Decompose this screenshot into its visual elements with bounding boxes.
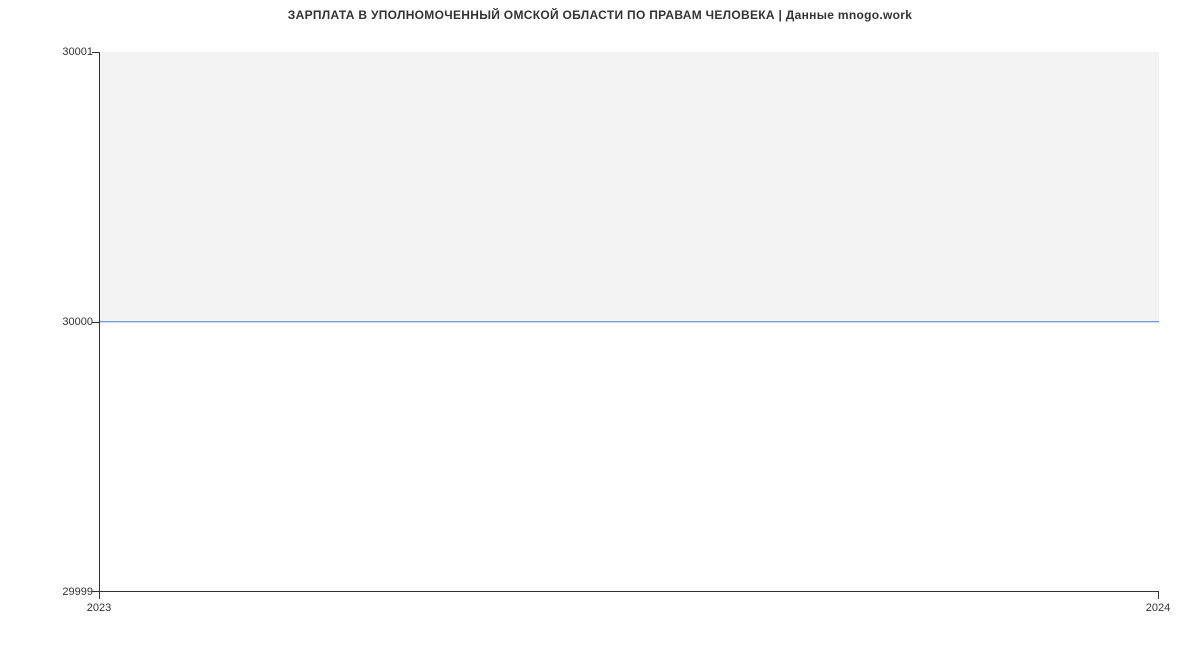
x-axis-label: 2023 (87, 602, 111, 614)
y-axis-tick (92, 591, 99, 592)
y-axis-label: 30000 (62, 316, 93, 328)
area-fill (100, 52, 1159, 322)
plot-area (99, 52, 1159, 592)
y-axis-label: 29999 (62, 586, 93, 598)
x-axis-tick (99, 592, 100, 599)
x-axis-label: 2024 (1146, 602, 1170, 614)
chart-title: ЗАРПЛАТА В УПОЛНОМОЧЕННЫЙ ОМСКОЙ ОБЛАСТИ… (0, 8, 1200, 22)
y-axis-label: 30001 (62, 46, 93, 58)
data-line (100, 321, 1159, 322)
x-axis-tick (1158, 592, 1159, 599)
y-axis-tick (92, 322, 99, 323)
salary-chart: ЗАРПЛАТА В УПОЛНОМОЧЕННЫЙ ОМСКОЙ ОБЛАСТИ… (0, 0, 1200, 650)
y-axis-tick (92, 52, 99, 53)
